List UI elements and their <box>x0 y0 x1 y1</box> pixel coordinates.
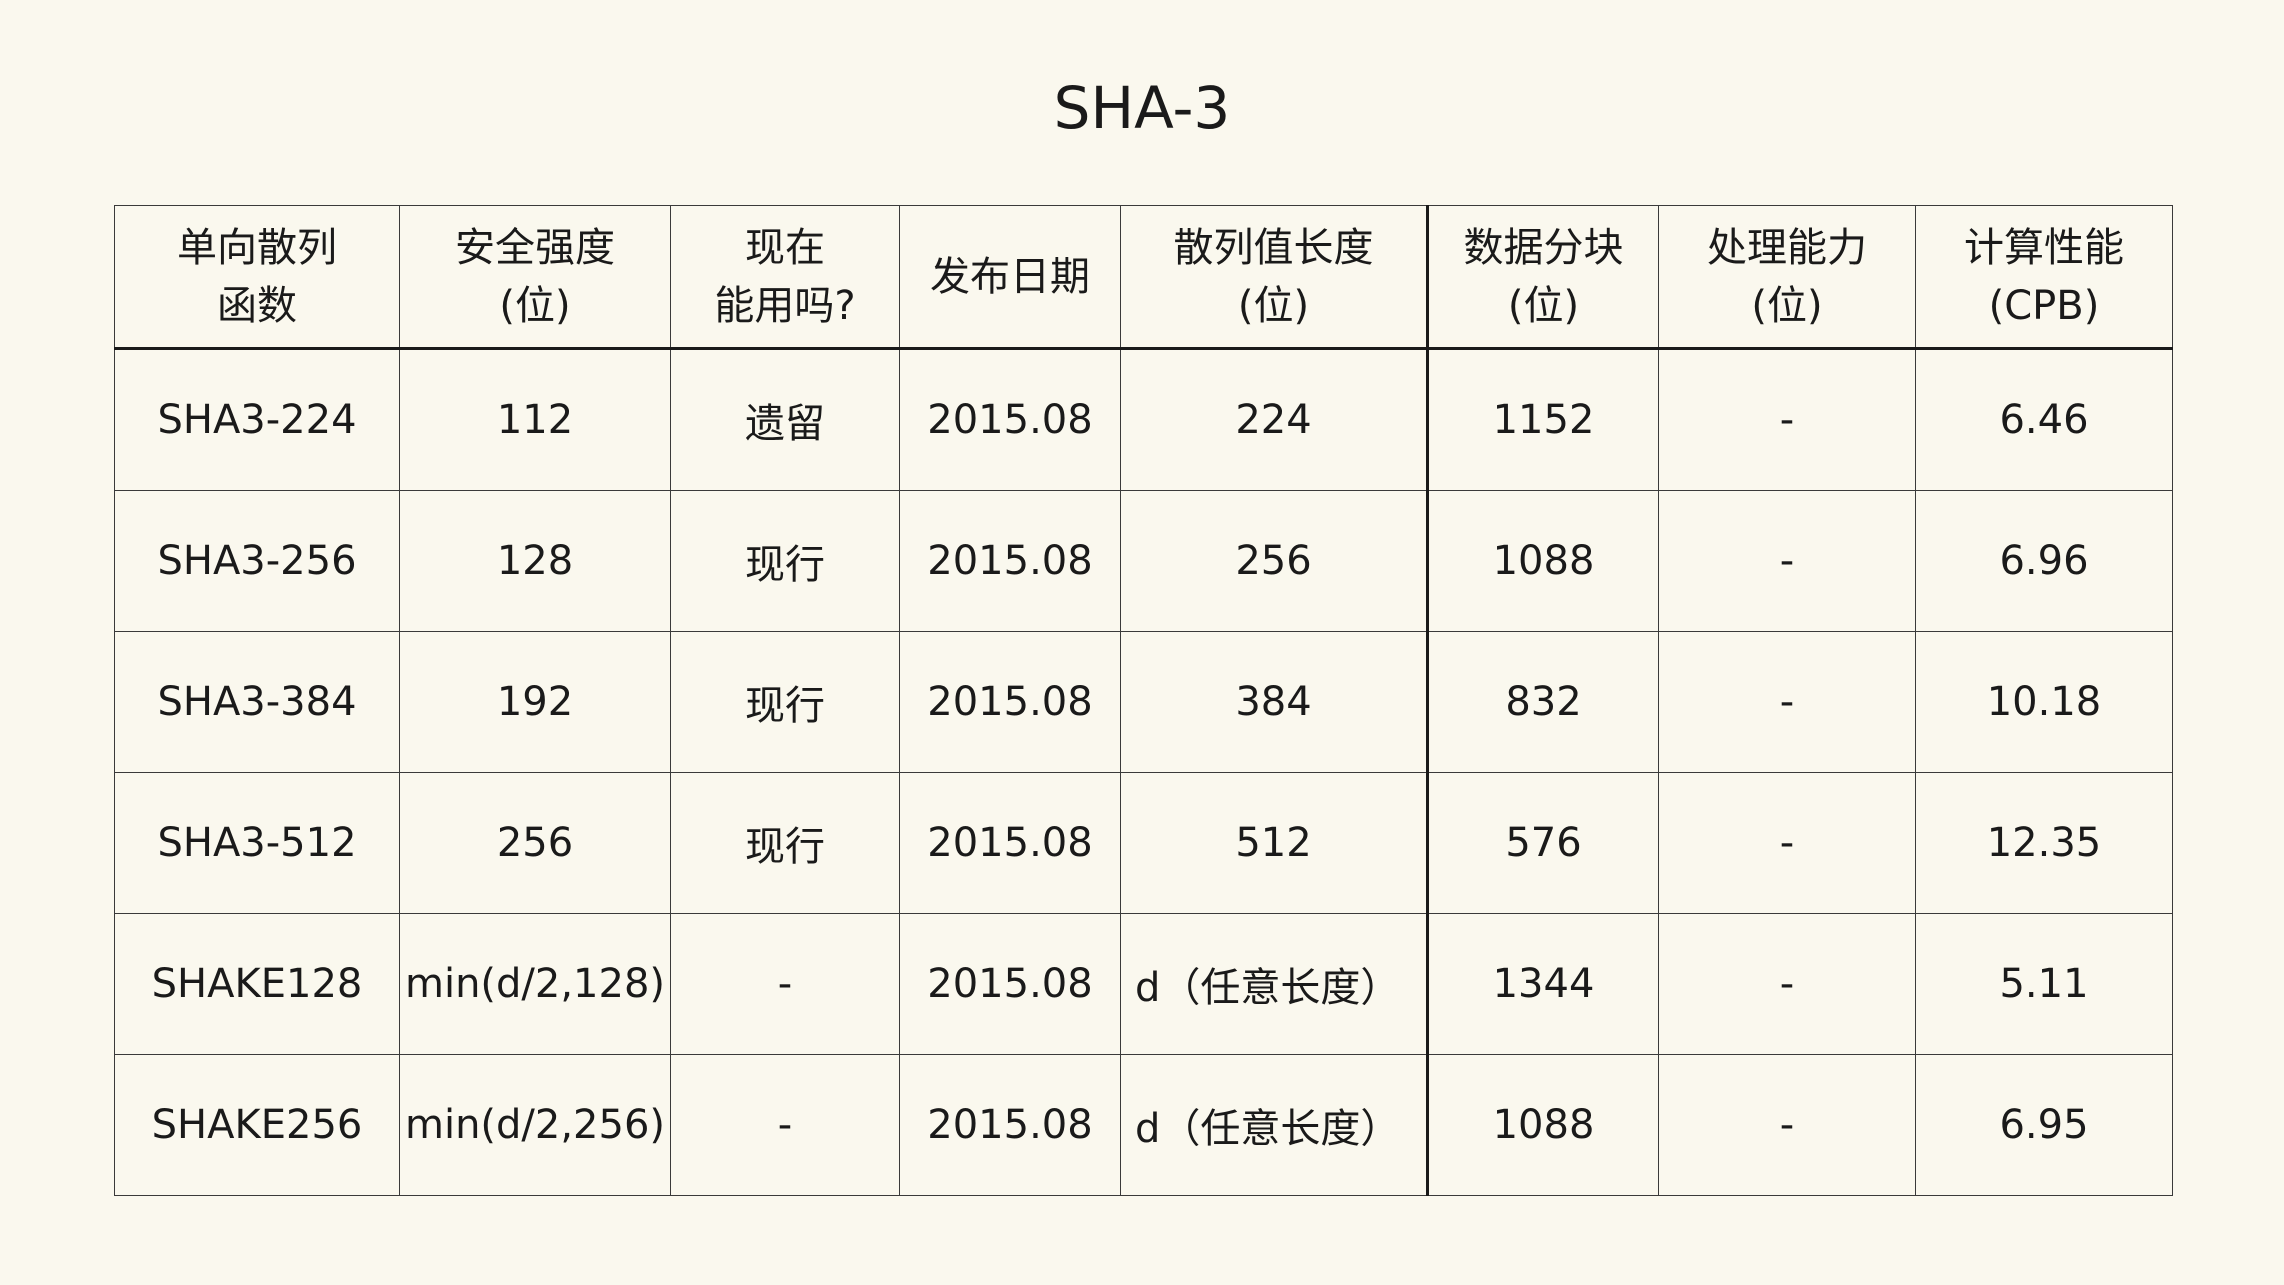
cell-usable-now: - <box>670 1054 900 1196</box>
header-line: (位) <box>499 282 571 329</box>
header-hash-function: 单向散列 函数 <box>114 205 400 350</box>
cell-release-date: 2015.08 <box>899 631 1121 773</box>
sha3-comparison-table: 单向散列 函数 安全强度 (位) 现在 能用吗? 发布日期 散列值长度 (位) … <box>114 205 2173 1196</box>
cell-processing-capacity: - <box>1658 772 1916 914</box>
cell-security-strength: min(d/2,128) <box>399 913 671 1055</box>
cell-release-date: 2015.08 <box>899 913 1121 1055</box>
header-line: (CPB) <box>1988 282 2100 329</box>
table-row: SHA3-384 192 现行 2015.08 384 832 - 10.18 <box>114 631 2173 773</box>
header-line: 处理能力 <box>1707 224 1867 271</box>
cell-usable-now: 现行 <box>670 772 900 914</box>
cell-processing-capacity: - <box>1658 490 1916 632</box>
cell-release-date: 2015.08 <box>899 772 1121 914</box>
header-usable-now: 现在 能用吗? <box>670 205 900 350</box>
header-line: (位) <box>1507 282 1580 329</box>
cell-usable-now: 遗留 <box>670 348 900 491</box>
cell-hash-function: SHAKE256 <box>114 1054 400 1196</box>
header-line: 计算性能 <box>1964 224 2124 271</box>
cell-processing-capacity: - <box>1658 913 1916 1055</box>
cell-hash-function: SHA3-384 <box>114 631 400 773</box>
header-line: 现在 <box>745 224 825 271</box>
cell-block-size: 576 <box>1426 772 1659 914</box>
cell-performance: 6.96 <box>1915 490 2173 632</box>
cell-hash-function: SHAKE128 <box>114 913 400 1055</box>
table-row: SHA3-512 256 现行 2015.08 512 576 - 12.35 <box>114 772 2173 914</box>
header-processing-capacity: 处理能力 (位) <box>1658 205 1916 350</box>
header-line: 能用吗? <box>714 282 856 329</box>
cell-hash-length: d（任意长度） <box>1120 913 1428 1055</box>
cell-block-size: 1088 <box>1426 490 1659 632</box>
cell-hash-length: 224 <box>1120 348 1428 491</box>
cell-performance: 6.46 <box>1915 348 2173 491</box>
cell-block-size: 1344 <box>1426 913 1659 1055</box>
cell-hash-function: SHA3-512 <box>114 772 400 914</box>
cell-processing-capacity: - <box>1658 631 1916 773</box>
header-security-strength: 安全强度 (位) <box>399 205 671 350</box>
table-row: SHAKE256 min(d/2,256) - 2015.08 d（任意长度） … <box>114 1054 2173 1196</box>
table-header-row: 单向散列 函数 安全强度 (位) 现在 能用吗? 发布日期 散列值长度 (位) … <box>114 205 2173 350</box>
header-hash-length: 散列值长度 (位) <box>1120 205 1428 350</box>
cell-performance: 5.11 <box>1915 913 2173 1055</box>
header-line: 数据分块 <box>1463 224 1624 271</box>
cell-hash-length: 384 <box>1120 631 1428 773</box>
cell-block-size: 1152 <box>1426 348 1659 491</box>
header-release-date: 发布日期 <box>899 205 1121 350</box>
header-line: (位) <box>1751 282 1823 329</box>
cell-block-size: 832 <box>1426 631 1659 773</box>
header-line: 函数 <box>217 282 297 329</box>
page-title: SHA-3 <box>1053 74 1231 142</box>
cell-security-strength: 192 <box>399 631 671 773</box>
cell-performance: 12.35 <box>1915 772 2173 914</box>
header-performance: 计算性能 (CPB) <box>1915 205 2173 350</box>
cell-processing-capacity: - <box>1658 348 1916 491</box>
cell-security-strength: 128 <box>399 490 671 632</box>
header-line: 散列值长度 <box>1173 224 1374 271</box>
cell-security-strength: min(d/2,256) <box>399 1054 671 1196</box>
cell-performance: 6.95 <box>1915 1054 2173 1196</box>
header-line: (位) <box>1237 282 1310 329</box>
table-row: SHA3-224 112 遗留 2015.08 224 1152 - 6.46 <box>114 348 2173 491</box>
cell-hash-length: 256 <box>1120 490 1428 632</box>
cell-block-size: 1088 <box>1426 1054 1659 1196</box>
cell-hash-length: 512 <box>1120 772 1428 914</box>
cell-usable-now: 现行 <box>670 631 900 773</box>
cell-release-date: 2015.08 <box>899 1054 1121 1196</box>
cell-hash-length: d（任意长度） <box>1120 1054 1428 1196</box>
cell-release-date: 2015.08 <box>899 348 1121 491</box>
header-line: 单向散列 <box>177 224 337 271</box>
cell-hash-function: SHA3-224 <box>114 348 400 491</box>
header-line: 发布日期 <box>930 253 1090 300</box>
table-row: SHAKE128 min(d/2,128) - 2015.08 d（任意长度） … <box>114 913 2173 1055</box>
cell-security-strength: 256 <box>399 772 671 914</box>
table-row: SHA3-256 128 现行 2015.08 256 1088 - 6.96 <box>114 490 2173 632</box>
cell-security-strength: 112 <box>399 348 671 491</box>
cell-hash-function: SHA3-256 <box>114 490 400 632</box>
header-block-size: 数据分块 (位) <box>1426 205 1659 350</box>
header-line: 安全强度 <box>455 224 615 271</box>
cell-processing-capacity: - <box>1658 1054 1916 1196</box>
cell-usable-now: - <box>670 913 900 1055</box>
cell-release-date: 2015.08 <box>899 490 1121 632</box>
cell-performance: 10.18 <box>1915 631 2173 773</box>
cell-usable-now: 现行 <box>670 490 900 632</box>
